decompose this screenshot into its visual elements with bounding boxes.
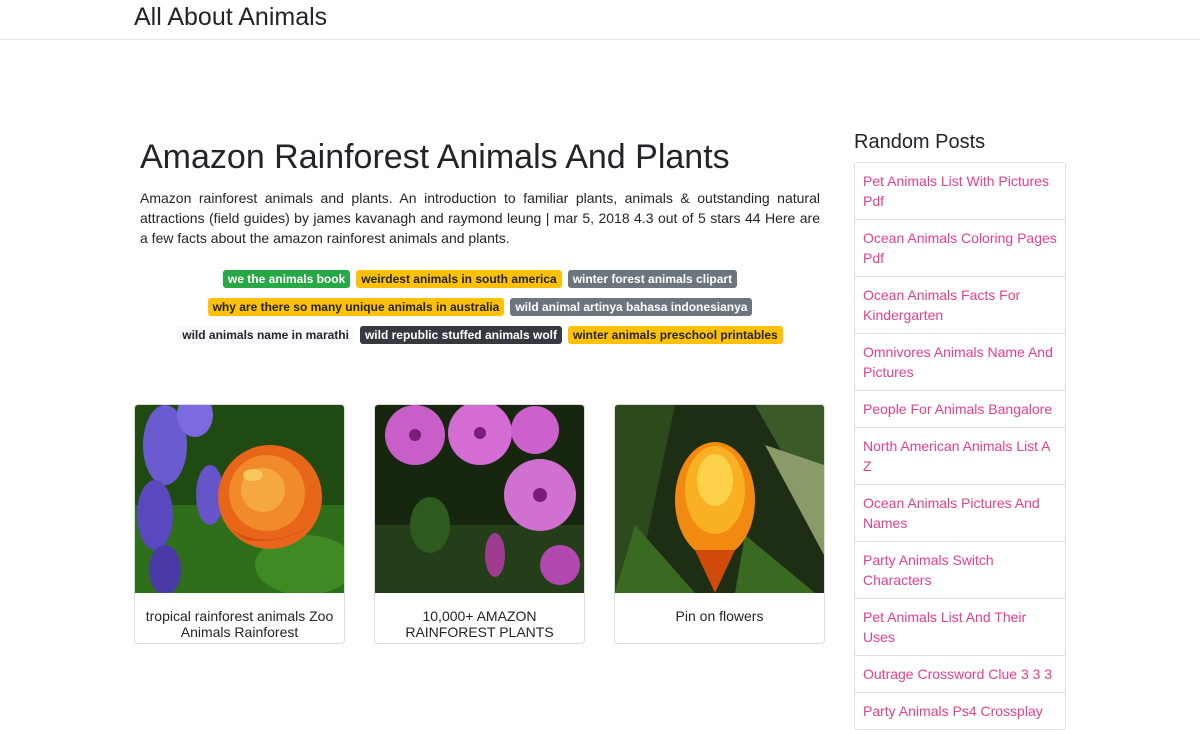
tag-link[interactable]: wild animal artinya bahasa indonesianya <box>510 298 753 316</box>
card-caption[interactable]: Pin on flowers <box>615 593 824 624</box>
card-caption[interactable]: tropical rainforest animals Zoo Animals … <box>135 593 344 640</box>
tag-link[interactable]: we the animals book <box>222 270 351 288</box>
card-image-rose-foxglove[interactable] <box>135 405 344 593</box>
sidebar-heading: Random Posts <box>854 131 986 153</box>
card-image-pink-flowers[interactable] <box>375 405 584 593</box>
random-post-link[interactable]: Party Animals Ps4 Crossplay <box>855 692 1065 729</box>
tag-link[interactable]: wild animals name in marathi <box>177 326 354 344</box>
card-image-bromeliad[interactable] <box>615 405 824 593</box>
tag-link[interactable]: weirdest animals in south america <box>356 270 562 288</box>
random-post-link[interactable]: Pet Animals List And Their Uses <box>855 598 1065 655</box>
image-card[interactable]: tropical rainforest animals Zoo Animals … <box>134 404 345 644</box>
tag-link[interactable]: why are there so many unique animals in … <box>207 298 505 316</box>
image-card[interactable]: 10,000+ AMAZON RAINFOREST PLANTS <box>374 404 585 644</box>
tag-list: we the animals book weirdest animals in s… <box>140 265 820 349</box>
random-post-link[interactable]: Outrage Crossword Clue 3 3 3 <box>855 655 1065 692</box>
image-card[interactable]: Pin on flowers <box>614 404 825 644</box>
random-post-link[interactable]: Omnivores Animals Name And Pictures <box>855 333 1065 390</box>
random-post-link[interactable]: People For Animals Bangalore <box>855 390 1065 427</box>
random-post-link[interactable]: Ocean Animals Pictures And Names <box>855 484 1065 541</box>
random-post-link[interactable]: Ocean Animals Coloring Pages Pdf <box>855 219 1065 276</box>
random-post-link[interactable]: Party Animals Switch Characters <box>855 541 1065 598</box>
tag-link[interactable]: wild republic stuffed animals wolf <box>359 326 562 344</box>
article-description: Amazon rainforest animals and plants. An… <box>140 190 820 246</box>
page-title: Amazon Rainforest Animals And Plants <box>140 138 730 176</box>
top-navbar: All About Animals <box>0 0 1200 40</box>
site-brand-link[interactable]: All About Animals <box>134 3 327 32</box>
random-post-link[interactable]: Pet Animals List With Pictures Pdf <box>855 163 1065 219</box>
tag-link[interactable]: winter forest animals clipart <box>567 270 738 288</box>
random-post-link[interactable]: Ocean Animals Facts For Kindergarten <box>855 276 1065 333</box>
tag-link[interactable]: winter animals preschool printables <box>568 326 783 344</box>
random-post-link[interactable]: North American Animals List A Z <box>855 427 1065 484</box>
random-posts-list: Pet Animals List With Pictures Pdf Ocean… <box>854 162 1066 730</box>
sidebar-random-posts: Random Posts Pet Animals List With Pictu… <box>854 131 1066 730</box>
card-caption[interactable]: 10,000+ AMAZON RAINFOREST PLANTS <box>375 593 584 640</box>
